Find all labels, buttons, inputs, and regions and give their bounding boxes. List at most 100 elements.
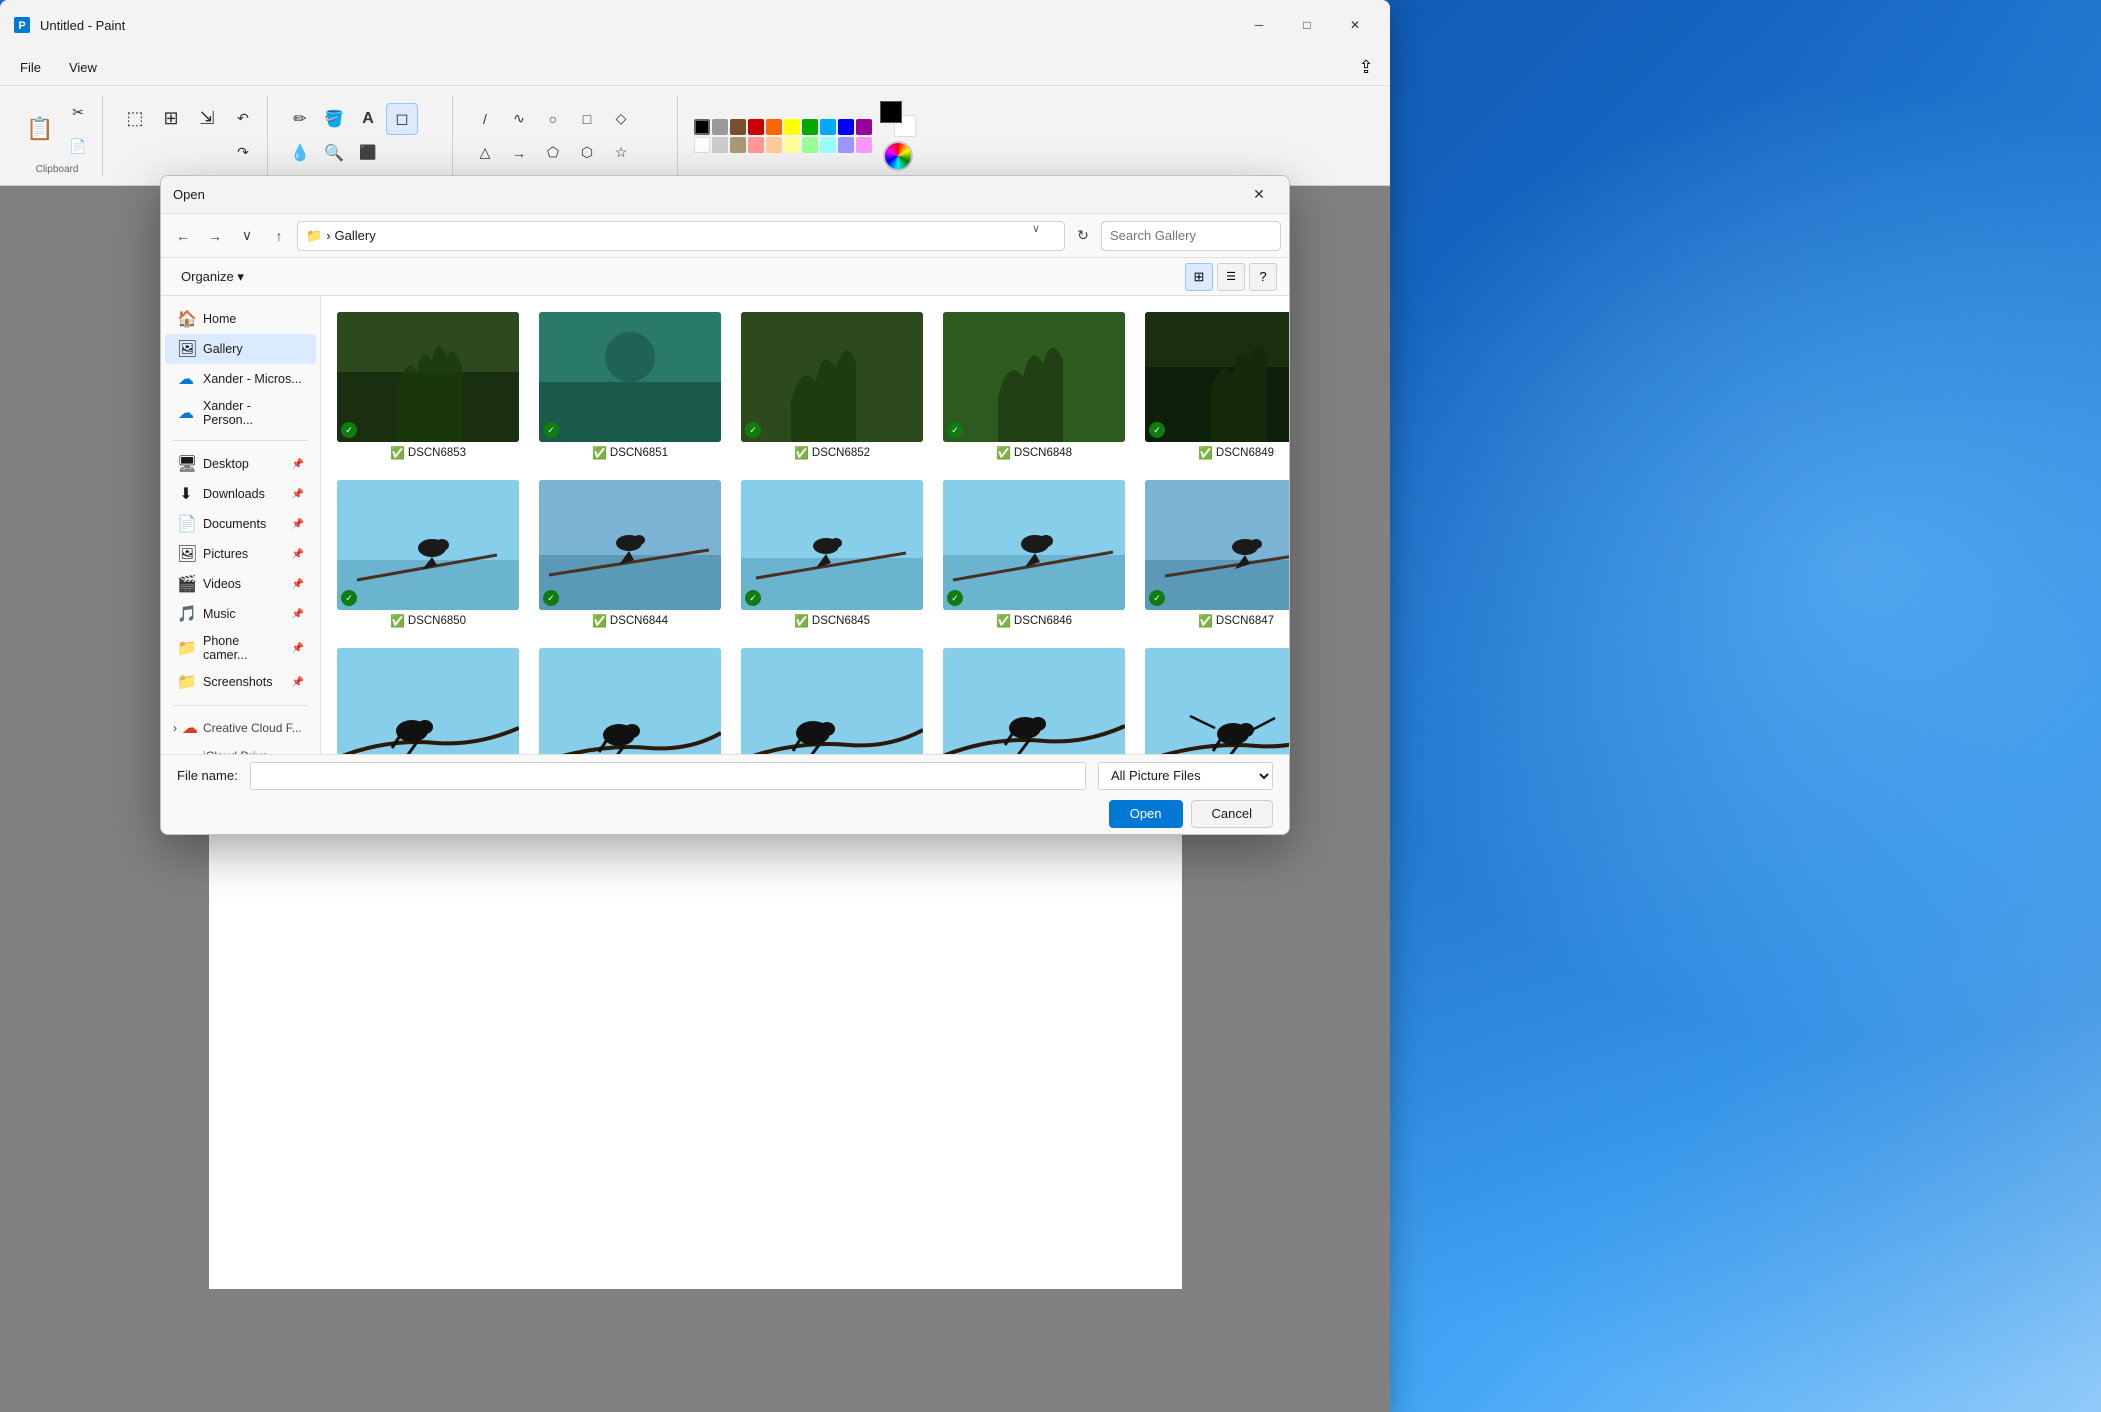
details-view-button[interactable]: ☰ <box>1217 263 1245 291</box>
file-item-dscn6846[interactable]: ✓ ✅ DSCN6846 <box>935 472 1133 636</box>
file-item-dscn6850[interactable]: ✓ ✅ DSCN6850 <box>329 472 527 636</box>
file-item-dscn6853[interactable]: ✓ ✅ DSCN6853 <box>329 304 527 468</box>
file-item-dscn6845[interactable]: ✓ ✅ DSCN6845 <box>733 472 931 636</box>
color-gray[interactable] <box>712 119 728 135</box>
eraser-button[interactable]: ◻ <box>386 103 418 135</box>
curve-shape[interactable]: ∿ <box>503 103 535 135</box>
color-picker-button[interactable]: 💧 <box>284 137 316 169</box>
open-button[interactable]: Open <box>1109 800 1183 828</box>
filetype-select[interactable]: All Picture Files <box>1098 762 1273 790</box>
sidebar-item-phone-camera[interactable]: 📁 Phone camer... 📌 <box>165 629 316 667</box>
color-tan[interactable] <box>730 137 746 153</box>
color-orange[interactable] <box>766 119 782 135</box>
rect-shape[interactable]: □ <box>571 103 603 135</box>
crop-button[interactable]: ⊞ <box>155 103 187 135</box>
text-button[interactable]: A <box>352 103 384 135</box>
color-white[interactable] <box>694 137 710 153</box>
hexagon-shape[interactable]: ⬡ <box>571 137 603 169</box>
help-button[interactable]: ? <box>1249 263 1277 291</box>
erase-button[interactable]: ⬛ <box>352 137 384 169</box>
file-item-dscn6851[interactable]: ✓ ✅ DSCN6851 <box>531 304 729 468</box>
sidebar-item-icloud[interactable]: › ☁ iCloud Drive <box>165 742 316 754</box>
search-input[interactable] <box>1110 228 1286 243</box>
sidebar-item-music[interactable]: 🎵 Music 📌 <box>165 599 316 629</box>
paint-close-button[interactable]: ✕ <box>1332 8 1378 42</box>
arrow-shape[interactable]: → <box>503 137 535 169</box>
cut-button[interactable]: ✂ <box>62 96 94 128</box>
color-lavender[interactable] <box>838 137 854 153</box>
color-lightgreen[interactable] <box>802 137 818 153</box>
resize-button[interactable]: ⇲ <box>191 103 223 135</box>
color-lightyellow[interactable] <box>784 137 800 153</box>
color-green[interactable] <box>802 119 818 135</box>
color-peach[interactable] <box>766 137 782 153</box>
forward-button[interactable]: → <box>201 222 229 250</box>
select-button[interactable]: ⬚ <box>119 103 151 135</box>
file-item-dscn6844[interactable]: ✓ ✅ DSCN6844 <box>531 472 729 636</box>
up-button[interactable]: ↑ <box>265 222 293 250</box>
file-item-dscn6847[interactable]: ✓ ✅ DSCN6847 <box>1137 472 1289 636</box>
organize-button[interactable]: Organize ▾ <box>173 265 252 289</box>
menu-view[interactable]: View <box>57 56 109 79</box>
recent-button[interactable]: ∨ <box>233 222 261 250</box>
star-shape[interactable]: ☆ <box>605 137 637 169</box>
maximize-button[interactable]: □ <box>1284 8 1330 42</box>
sidebar-item-xander-ps[interactable]: ☁ Xander - Person... <box>165 394 316 432</box>
sidebar-item-downloads[interactable]: ⬇ Downloads 📌 <box>165 479 316 509</box>
sidebar-item-desktop[interactable]: 🖥 Desktop 📌 <box>165 449 316 479</box>
menu-file[interactable]: File <box>8 56 53 79</box>
zoom-button[interactable]: 🔍 <box>318 137 350 169</box>
file-item-dscn6852[interactable]: ✓ ✅ DSCN6852 <box>733 304 931 468</box>
triangle-shape[interactable]: △ <box>469 137 501 169</box>
sidebar-label-xander-ps: Xander - Person... <box>203 399 304 427</box>
rotate-left-button[interactable]: ↶ <box>227 103 259 135</box>
path-dropdown[interactable]: ∨ <box>1032 222 1056 250</box>
color-purple[interactable] <box>856 119 872 135</box>
color-lightgray[interactable] <box>712 137 728 153</box>
color-brown[interactable] <box>730 119 746 135</box>
file-item-dscn6840[interactable]: ✓ ✅ DSCN6840 <box>733 640 931 754</box>
color-cyan[interactable] <box>820 119 836 135</box>
pencil-button[interactable]: ✏ <box>284 103 316 135</box>
back-button[interactable]: ← <box>169 222 197 250</box>
file-item-dscn6843[interactable]: ✓ ✅ DSCN6843 <box>329 640 527 754</box>
sidebar-item-home[interactable]: 🏠 Home <box>165 304 316 334</box>
color-yellow[interactable] <box>784 119 800 135</box>
file-item-dscn6841[interactable]: ✓ ✅ DSCN6841 <box>935 640 1133 754</box>
color-lightpurple[interactable] <box>856 137 872 153</box>
color-pink[interactable] <box>748 137 764 153</box>
file-item-dscn6848[interactable]: ✓ ✅ DSCN6848 <box>935 304 1133 468</box>
color-black[interactable] <box>694 119 710 135</box>
address-path[interactable]: 📁 › Gallery ∨ <box>297 221 1065 251</box>
file-item-dscn6837[interactable]: ✓ ✅ DSCN6837 <box>1137 640 1289 754</box>
sidebar-item-screenshots[interactable]: 📁 Screenshots 📌 <box>165 667 316 697</box>
copy-button[interactable]: 📄 <box>62 130 94 162</box>
refresh-button[interactable]: ↻ <box>1069 222 1097 250</box>
file-item-dscn6849[interactable]: ✓ ✅ DSCN6849 <box>1137 304 1289 468</box>
filename-input[interactable] <box>250 762 1086 790</box>
sidebar-item-documents[interactable]: 📄 Documents 📌 <box>165 509 316 539</box>
filename-dscn6849: ✅ DSCN6849 <box>1198 446 1274 460</box>
fill-button[interactable]: 🪣 <box>318 103 350 135</box>
large-icons-view-button[interactable]: ⊞ <box>1185 263 1213 291</box>
share-icon[interactable]: ⇪ <box>1350 52 1382 84</box>
sidebar-item-pictures[interactable]: 🖼 Pictures 📌 <box>165 539 316 569</box>
line-shape[interactable]: / <box>469 103 501 135</box>
oval-shape[interactable]: ○ <box>537 103 569 135</box>
cancel-button[interactable]: Cancel <box>1191 800 1273 828</box>
pentagon-shape[interactable]: ⬠ <box>537 137 569 169</box>
sidebar-item-gallery[interactable]: 🖼 Gallery <box>165 334 316 364</box>
sidebar-item-videos[interactable]: 🎬 Videos 📌 <box>165 569 316 599</box>
color-lightcyan[interactable] <box>820 137 836 153</box>
sidebar-item-creative-cloud[interactable]: › ☁ Creative Cloud F... <box>165 714 316 742</box>
custom-color-button[interactable] <box>883 141 913 171</box>
minimize-button[interactable]: ─ <box>1236 8 1282 42</box>
paste-button[interactable]: 📋 <box>20 103 60 155</box>
diamond-shape[interactable]: ◇ <box>605 103 637 135</box>
file-item-dscn6842[interactable]: ✓ ✅ DSCN6842 <box>531 640 729 754</box>
dialog-close-button[interactable]: ✕ <box>1241 181 1277 209</box>
color-red[interactable] <box>748 119 764 135</box>
sidebar-item-xander-ms[interactable]: ☁ Xander - Micros... <box>165 364 316 394</box>
color-blue[interactable] <box>838 119 854 135</box>
rotate-right-button[interactable]: ↷ <box>227 137 259 169</box>
